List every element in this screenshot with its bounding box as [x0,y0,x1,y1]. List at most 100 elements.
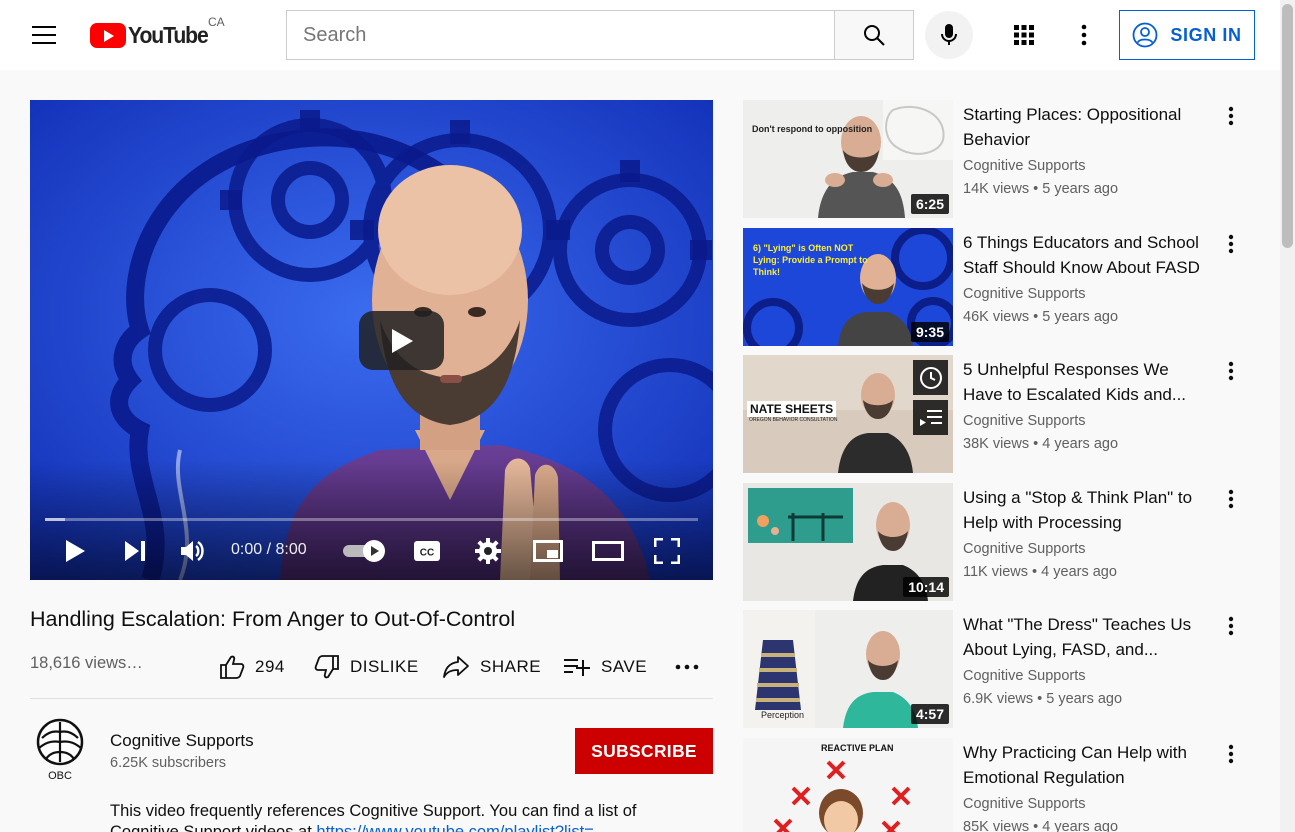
related-more-button[interactable] [1219,230,1243,258]
channel-avatar[interactable]: OBC [30,716,90,782]
thumbnail-subcaption: OREGON BEHAVIOR CONSULTATION [749,417,838,423]
related-more-button[interactable] [1219,740,1243,768]
svg-text:CC: CC [420,548,434,559]
description-line-2: Cognitive Support videos at https://www.… [110,822,710,832]
subtitles-button[interactable]: CC [412,531,442,571]
related-views: 46K views [963,309,1030,325]
related-video[interactable]: NATE SHEETS OREGON BEHAVIOR CONSULTATION… [743,355,1263,473]
related-more-button[interactable] [1219,485,1243,513]
video-player[interactable]: 0:00 / 8:00 CC [30,100,713,580]
related-channel[interactable]: Cognitive Supports [963,796,1086,812]
thumbnail-caption: 6) "Lying" is Often NOT Lying: Provide a… [753,243,868,277]
related-thumbnail[interactable]: Perception 4:57 [743,610,953,728]
add-to-queue-icon [919,409,942,426]
related-channel[interactable]: Cognitive Supports [963,541,1086,557]
thumbs-up-icon [220,655,245,679]
related-thumbnail[interactable]: 10:14 [743,483,953,601]
scrollbar-thumb[interactable] [1282,4,1293,248]
like-button[interactable]: 294 [219,648,285,686]
thumbnail-caption: NATE SHEETS [747,401,837,417]
mute-button[interactable] [178,531,208,571]
subscribe-button[interactable]: SUBSCRIBE [575,728,713,774]
menu-icon[interactable] [22,13,66,57]
related-views: 11K views [963,564,1029,580]
share-button[interactable]: SHARE [442,648,541,686]
related-channel[interactable]: Cognitive Supports [963,286,1086,302]
skip-next-icon [125,541,145,561]
progress-bar[interactable] [45,518,698,521]
related-more-button[interactable] [1219,357,1243,385]
video-title: Handling Escalation: From Anger to Out-O… [30,607,516,631]
related-video[interactable]: Perception 4:57 What "The Dress" Teaches… [743,610,1263,728]
description-link[interactable]: https://www.youtube.com/playlist?list=..… [316,823,607,832]
related-age: 5 years ago [1042,181,1119,197]
sign-in-button[interactable]: SIGN IN [1119,10,1255,60]
related-more-button[interactable] [1219,612,1243,640]
related-title: Why Practicing Can Help with Emotional R… [963,743,1187,787]
channel-avatar-text: OBC [48,770,72,782]
related-more-button[interactable] [1219,102,1243,130]
video-duration: 6:25 [910,194,949,214]
miniplayer-button[interactable] [532,531,564,571]
more-horiz-icon [675,664,699,670]
volume-icon [181,540,204,562]
progress-played [45,518,65,521]
related-video[interactable]: Don't respond to opposition 6:25 Startin… [743,100,1263,218]
related-video[interactable]: 10:14 Using a "Stop & Think Plan" to Hel… [743,483,1263,601]
related-channel[interactable]: Cognitive Supports [963,668,1086,684]
voice-search-button[interactable] [925,11,973,59]
video-description: This video frequently references Cogniti… [110,801,710,832]
add-to-queue-button[interactable] [913,400,948,435]
related-meta: 85K views • 4 years ago [963,819,1118,832]
divider [30,698,713,699]
related-title: 6 Things Educators and School Staff Shou… [963,233,1200,277]
settings-more-button[interactable] [1062,13,1106,57]
related-age: 4 years ago [1041,564,1117,580]
related-title: Starting Places: Oppositional Behavior [963,105,1182,149]
settings-button[interactable] [473,531,503,571]
watch-later-button[interactable] [913,360,948,395]
page-scrollbar[interactable] [1280,0,1295,832]
thumbs-down-icon [314,655,339,679]
next-button[interactable] [120,531,150,571]
search-icon [864,25,885,46]
youtube-logo[interactable]: YouTube [90,18,215,52]
description-line-2-text: Cognitive Support videos at [110,823,312,832]
theater-mode-icon [592,541,624,561]
related-channel[interactable]: Cognitive Supports [963,413,1086,429]
closed-captions-icon: CC [414,541,440,561]
search-button[interactable] [834,10,914,60]
related-meta: 38K views • 4 years ago [963,436,1119,452]
save-button[interactable]: SAVE [563,648,647,686]
view-count[interactable]: 18,616 views… [30,654,143,673]
masthead: YouTube CA SIGN IN [0,0,1280,70]
more-vert-icon [1081,24,1087,46]
fullscreen-button[interactable] [652,531,682,571]
thumbnail-caption: Don't respond to opposition [752,124,873,134]
more-actions-button[interactable] [675,648,699,686]
related-video[interactable]: 6) "Lying" is Often NOT Lying: Provide a… [743,228,1263,346]
related-age: 5 years ago [1042,309,1119,325]
apps-button[interactable] [1002,13,1046,57]
large-play-button[interactable] [359,311,444,370]
more-vert-icon [1228,744,1234,764]
like-count: 294 [255,657,285,676]
play-button[interactable] [60,531,90,571]
related-thumbnail[interactable]: REACTIVE PLAN [743,738,953,832]
channel-name[interactable]: Cognitive Supports [110,731,254,751]
more-vert-icon [1228,234,1234,254]
autoplay-toggle[interactable] [342,531,388,571]
theater-mode-button[interactable] [591,531,625,571]
thumbnail-caption: Perception [761,710,805,720]
search-input[interactable] [287,11,835,59]
play-icon [66,540,85,562]
related-channel[interactable]: Cognitive Supports [963,158,1086,174]
related-thumbnail[interactable]: Don't respond to opposition 6:25 [743,100,953,218]
channel-logo-icon: OBC [36,718,84,782]
dislike-button[interactable]: DISLIKE [314,648,419,686]
subscriber-count: 6.25K subscribers [110,755,227,771]
related-thumbnail[interactable]: NATE SHEETS OREGON BEHAVIOR CONSULTATION [743,355,953,473]
related-video[interactable]: REACTIVE PLAN Why Practicing Can Help wi… [743,738,1263,832]
related-age: 4 years ago [1042,819,1119,832]
related-thumbnail[interactable]: 6) "Lying" is Often NOT Lying: Provide a… [743,228,953,346]
